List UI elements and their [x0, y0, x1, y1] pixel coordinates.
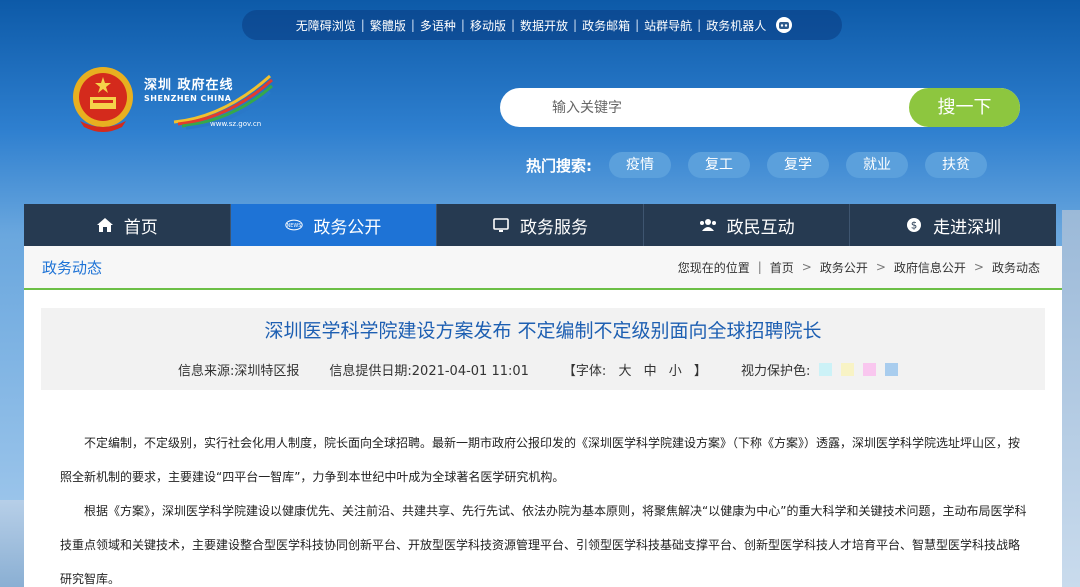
article-meta: 信息来源:深圳特区报 信息提供日期:2021-04-01 11:01 【字体: …: [178, 360, 899, 379]
font-size-large[interactable]: 大: [618, 364, 631, 379]
mobile-link[interactable]: 移动版: [465, 17, 511, 34]
breadcrumb: 您现在的位置 | 首页 > 政务公开 > 政府信息公开 > 政务动态: [677, 259, 1040, 276]
robot-icon[interactable]: [775, 16, 793, 34]
svg-text:NEWS: NEWS: [287, 223, 302, 229]
compass-icon: $: [905, 216, 923, 234]
open-data-link[interactable]: 数据开放: [515, 17, 573, 34]
font-size-control: 【字体: 大 中 小 】: [559, 360, 711, 379]
search-box: 搜一下: [500, 88, 1020, 127]
home-icon: [96, 216, 114, 234]
breadcrumb-info-disclosure[interactable]: 政府信息公开: [894, 259, 966, 276]
multilingual-link[interactable]: 多语种: [415, 17, 461, 34]
main-nav: 首页 NEWS 政务公开 政务服务 政民互动 $ 走进深圳: [24, 204, 1056, 246]
logo-url: www.sz.gov.cn: [210, 120, 262, 128]
hot-search: 热门搜索: 疫情 复工 复学 就业 扶贫: [526, 152, 1004, 178]
article-header: 深圳医学科学院建设方案发布 不定编制不定级别面向全球招聘院长 信息来源:深圳特区…: [41, 308, 1045, 390]
nav-gov-affairs-label: 政务公开: [313, 217, 382, 238]
gov-mail-link[interactable]: 政务邮箱: [577, 17, 635, 34]
section-header: 政务动态 您现在的位置 | 首页 > 政务公开 > 政府信息公开 > 政务动态: [24, 246, 1062, 290]
skyline-background: [1062, 210, 1080, 587]
shenzhen-logo[interactable]: 深圳 政府在线 SHENZHEN CHINA www.sz.gov.cn: [144, 72, 274, 132]
nav-home-label: 首页: [123, 217, 158, 238]
breadcrumb-home[interactable]: 首页: [770, 259, 794, 276]
content-panel: 政务动态 您现在的位置 | 首页 > 政务公开 > 政府信息公开 > 政务动态 …: [24, 246, 1062, 587]
nav-interaction-label: 政民互动: [726, 217, 795, 238]
hot-tag-poverty[interactable]: 扶贫: [925, 152, 987, 178]
nav-gov-affairs[interactable]: NEWS 政务公开: [230, 204, 438, 246]
search-input[interactable]: [500, 88, 910, 127]
article-body: 不定编制，不定级别，实行社会化用人制度，院长面向全球招聘。最新一期市政府公报印发…: [60, 426, 1030, 587]
nav-home[interactable]: 首页: [24, 204, 231, 246]
article-paragraph: 根据《方案》，深圳医学科学院建设以健康优先、关注前沿、共建共享、先行先试、依法办…: [60, 504, 1027, 586]
top-link-bar: 无障碍浏览 | 繁體版 | 多语种 | 移动版 | 数据开放 | 政务邮箱 | 站群导航 | …: [242, 10, 842, 40]
monitor-icon: [492, 216, 510, 234]
eye-color-cyan[interactable]: [819, 363, 833, 376]
nav-gov-service-label: 政务服务: [519, 217, 588, 238]
logo-text-en: SHENZHEN CHINA: [144, 94, 232, 103]
article-title: 深圳医学科学院建设方案发布 不定编制不定级别面向全球招聘院长: [264, 320, 822, 342]
gov-robot-link[interactable]: 政务机器人: [701, 17, 771, 34]
eye-color-pink[interactable]: [863, 363, 877, 376]
font-size-label-close: 】: [693, 364, 707, 379]
eye-color-yellow[interactable]: [841, 363, 855, 376]
font-size-small[interactable]: 小: [669, 364, 682, 379]
search-button[interactable]: 搜一下: [909, 88, 1020, 127]
nav-interaction[interactable]: 政民互动: [644, 204, 851, 246]
breadcrumb-gov-affairs[interactable]: 政务公开: [820, 259, 868, 276]
hot-search-label: 热门搜索:: [526, 156, 592, 175]
traditional-chinese-link[interactable]: 繁體版: [365, 17, 411, 34]
news-icon: NEWS: [285, 216, 304, 234]
article-date: 信息提供日期:2021-04-01 11:01: [329, 364, 529, 379]
national-emblem-icon: [70, 65, 136, 135]
breadcrumb-label: 您现在的位置: [677, 260, 750, 275]
accessibility-link[interactable]: 无障碍浏览: [291, 17, 361, 34]
eye-protection-label: 视力保护色:: [740, 364, 811, 379]
svg-text:$: $: [911, 221, 917, 232]
users-icon: [699, 216, 717, 234]
eye-color-blue[interactable]: [885, 363, 899, 376]
nav-shenzhen-label: 走进深圳: [933, 217, 1002, 238]
font-size-medium[interactable]: 中: [644, 364, 657, 379]
font-size-label-open: 【字体:: [562, 364, 607, 379]
nav-shenzhen[interactable]: $ 走进深圳: [850, 204, 1056, 246]
breadcrumb-news[interactable]: 政务动态: [992, 259, 1040, 276]
hot-tag-resume-work[interactable]: 复工: [688, 152, 750, 178]
article-paragraph: 不定编制，不定级别，实行社会化用人制度，院长面向全球招聘。最新一期市政府公报印发…: [60, 436, 1021, 484]
article-source: 信息来源:深圳特区报: [178, 364, 300, 379]
section-title[interactable]: 政务动态: [42, 257, 102, 278]
logo-text-cn: 深圳 政府在线: [144, 78, 234, 93]
site-nav-link[interactable]: 站群导航: [639, 17, 697, 34]
hot-tag-employment[interactable]: 就业: [846, 152, 908, 178]
hot-tag-epidemic[interactable]: 疫情: [609, 152, 671, 178]
skyline-background-left: [0, 500, 24, 587]
hot-tag-resume-school[interactable]: 复学: [767, 152, 829, 178]
nav-gov-service[interactable]: 政务服务: [437, 204, 644, 246]
